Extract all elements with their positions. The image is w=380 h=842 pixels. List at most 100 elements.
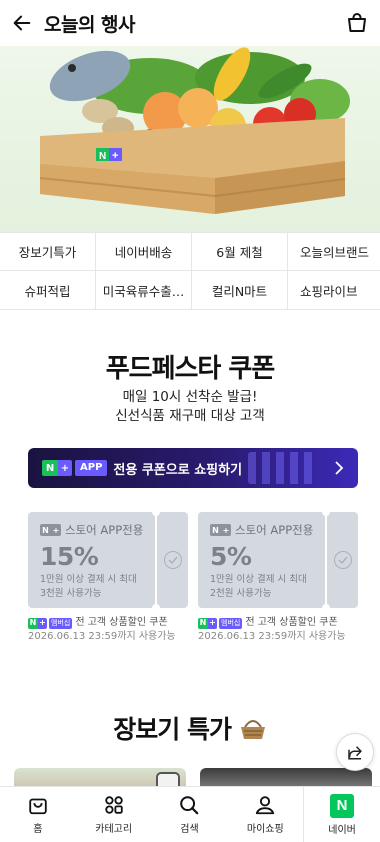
back-button[interactable] <box>0 0 44 46</box>
category-label: 네이버배송 <box>114 245 173 260</box>
condition-line: 1만원 이상 결제 시 최대 <box>210 574 307 585</box>
badge-plus: + <box>208 617 217 629</box>
tab-label: 마이쇼핑 <box>246 824 284 835</box>
coupon-card[interactable]: N + 스토어 APP전용 15% 1만원 이상 결제 시 최대 3천원 사용가능 <box>28 508 188 612</box>
category-item[interactable]: 슈퍼적립 <box>0 271 96 310</box>
note-date: 2026.06.13 23:59까지 사용가능 <box>198 631 346 642</box>
coupon-label: 스토어 APP전용 <box>235 523 314 537</box>
badge-n: N <box>210 524 221 536</box>
page-title: 오늘의 행사 <box>44 13 136 36</box>
note-date: 2026.06.13 23:59까지 사용가능 <box>28 631 176 642</box>
coupon-label: 스토어 APP전용 <box>65 523 144 537</box>
tab-my-shopping[interactable]: 마이쇼핑 <box>227 787 303 842</box>
nplus-badge: N + <box>40 524 61 536</box>
svg-text:N: N <box>99 151 106 162</box>
coupon-notch <box>152 604 160 612</box>
badge-plus: + <box>38 617 47 629</box>
badge-plus: + <box>221 524 231 536</box>
tab-label: 검색 <box>180 824 199 835</box>
badge-n: N <box>42 460 58 476</box>
nplus-badge: N + <box>42 460 72 476</box>
bag-icon <box>29 798 47 815</box>
category-item[interactable]: 장보기특가 <box>0 233 96 271</box>
badge-plus: + <box>58 460 72 476</box>
note-text: 전 고객 상품할인 쿠폰 <box>245 617 338 628</box>
badge-n: N <box>40 524 51 536</box>
coupon-body: N + 스토어 APP전용 5% 1만원 이상 결제 시 최대 2천원 사용가능 <box>198 512 325 608</box>
nplus-badge: N + <box>198 617 217 629</box>
check-icon <box>333 551 352 569</box>
share-button[interactable] <box>336 733 374 771</box>
cart-icon <box>348 13 366 32</box>
app-tag: APP <box>75 460 108 476</box>
coupon-note: N + 멤버십 전 고객 상품할인 쿠폰 2026.06.13 23:59까지 사… <box>198 616 368 644</box>
category-label: 장보기특가 <box>18 245 77 260</box>
tab-home[interactable]: 홈 <box>0 787 76 842</box>
grocery-section-title: 장보기 특가 <box>0 710 380 746</box>
coupon-notch <box>322 604 330 612</box>
tab-category[interactable]: 카테고리 <box>76 787 152 842</box>
coupon-condition: 1만원 이상 결제 시 최대 2천원 사용가능 <box>210 573 325 601</box>
membership-tag: 멤버십 <box>49 617 73 629</box>
category-item[interactable]: 컬리N마트 <box>192 271 288 310</box>
coupon-section-title: 푸드페스타 쿠폰 <box>105 354 276 384</box>
coupon-percent: 5% <box>210 542 252 571</box>
coupon-note: N + 멤버십 전 고객 상품할인 쿠폰 2026.06.13 23:59까지 사… <box>28 616 198 644</box>
grocery-crate-illustration: N + <box>39 47 350 214</box>
coupon-body: N + 스토어 APP전용 15% 1만원 이상 결제 시 최대 3천원 사용가능 <box>28 512 155 608</box>
category-label: 오늘의브랜드 <box>300 245 370 260</box>
category-label: 슈퍼적립 <box>24 284 71 299</box>
bottom-tab-bar: 홈 카테고리 검색 마이쇼핑 N 네이버 <box>0 786 380 842</box>
category-grid: 장보기특가 네이버배송 6월 제철 오늘의브랜드 슈퍼적립 미국육류수출… 컬리… <box>0 232 380 310</box>
person-icon <box>256 796 275 815</box>
promo-banner[interactable]: N + <box>0 46 380 232</box>
cart-button[interactable] <box>342 8 372 38</box>
coupon-condition: 1만원 이상 결제 시 최대 3천원 사용가능 <box>40 573 155 601</box>
nplus-badge: N + <box>210 524 231 536</box>
chevron-right-icon <box>335 461 344 475</box>
category-label: 컬리N마트 <box>211 284 268 299</box>
category-item[interactable]: 쇼핑라이브 <box>288 271 380 310</box>
badge-plus: + <box>51 524 61 536</box>
coupon-card[interactable]: N + 스토어 APP전용 5% 1만원 이상 결제 시 최대 2천원 사용가능 <box>198 508 358 612</box>
note-text: 전 고객 상품할인 쿠폰 <box>75 617 168 628</box>
condition-line: 1만원 이상 결제 시 최대 <box>40 574 137 585</box>
condition-line: 3천원 사용가능 <box>40 588 102 599</box>
category-item[interactable]: 미국육류수출… <box>96 271 192 310</box>
category-label: 쇼핑라이브 <box>300 284 358 299</box>
coupon-download-stub[interactable] <box>157 512 188 608</box>
category-item[interactable]: 6월 제철 <box>192 233 288 271</box>
coupon-notch <box>152 508 160 516</box>
tab-label: 네이버 <box>328 824 356 836</box>
tab-label: 카테고리 <box>95 824 133 835</box>
badge-n: N <box>28 617 38 629</box>
grid-icon <box>104 796 123 814</box>
app-banner-text: 전용 쿠폰으로 쇼핑하기 <box>113 462 243 478</box>
condition-line: 2천원 사용가능 <box>210 588 272 599</box>
tab-naver[interactable]: N 네이버 <box>303 787 380 842</box>
share-icon <box>348 746 362 760</box>
category-item[interactable]: 오늘의브랜드 <box>288 233 380 271</box>
category-item[interactable]: 네이버배송 <box>96 233 192 271</box>
naver-icon: N <box>330 793 355 818</box>
coupon-notch <box>322 508 330 516</box>
subtitle-line: 매일 10시 선착순 발급! <box>122 389 258 405</box>
subtitle-line: 신선식품 재구매 대상 고객 <box>115 408 265 424</box>
grocery-title-text: 장보기 특가 <box>113 715 232 744</box>
app-coupon-banner[interactable]: N + APP 전용 쿠폰으로 쇼핑하기 <box>28 448 358 488</box>
category-label: 6월 제철 <box>216 245 263 260</box>
nplus-badge: N + <box>28 617 47 629</box>
tab-search[interactable]: 검색 <box>152 787 228 842</box>
basket-icon <box>240 720 265 739</box>
category-label: 미국육류수출… <box>102 284 185 299</box>
tab-label: 홈 <box>33 824 43 835</box>
app-header: 오늘의 행사 <box>0 0 380 46</box>
banner-decoration <box>248 452 318 484</box>
back-arrow-icon <box>13 15 31 31</box>
coupon-section-subtitle: 매일 10시 선착순 발급! 신선식품 재구매 대상 고객 <box>0 388 380 426</box>
search-icon <box>180 796 199 815</box>
svg-text:+: + <box>112 150 118 162</box>
coupon-download-stub[interactable] <box>327 512 358 608</box>
check-icon <box>163 551 182 569</box>
badge-n: N <box>198 617 208 629</box>
